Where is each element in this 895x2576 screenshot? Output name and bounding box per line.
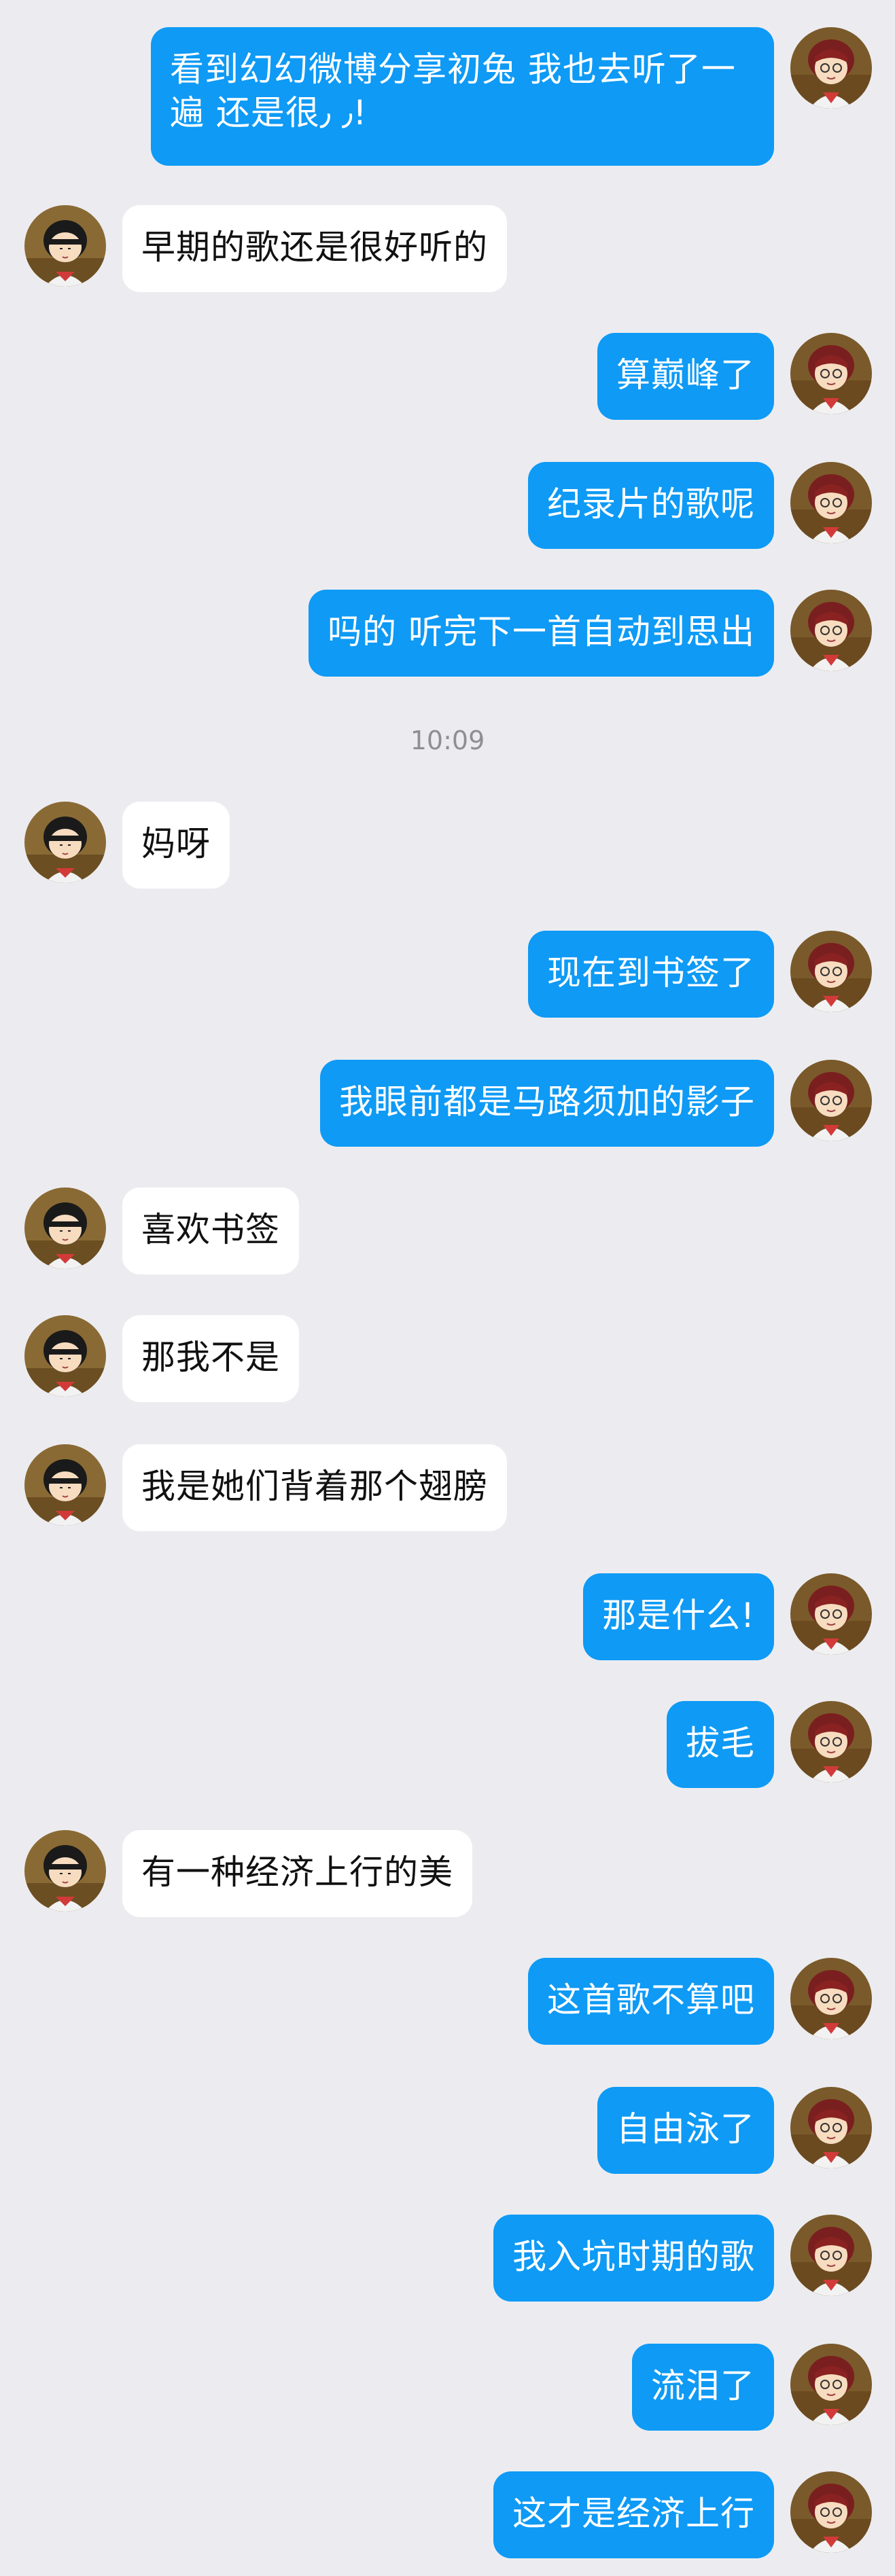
message-row-outgoing: 拔毛 (0, 1701, 895, 1788)
sender-avatar[interactable] (790, 27, 872, 109)
message-row-incoming: 妈呀 (0, 802, 895, 889)
message-row-outgoing: 算巅峰了 (0, 333, 895, 420)
message-bubble-outgoing[interactable]: 看到幻幻微博分享初兔 我也去听了一遍 还是很٫ ٫! (151, 27, 774, 166)
message-bubble-incoming[interactable]: 有一种经济上行的美 (122, 1830, 472, 1917)
sender-avatar[interactable] (790, 2471, 872, 2553)
message-bubble-incoming[interactable]: 那我不是 (122, 1315, 299, 1402)
sender-avatar[interactable] (790, 2215, 872, 2296)
sender-avatar[interactable] (790, 931, 872, 1012)
sender-avatar[interactable] (790, 590, 872, 671)
sender-avatar[interactable] (790, 1958, 872, 2039)
contact-avatar[interactable] (24, 802, 106, 883)
message-bubble-outgoing[interactable]: 我入坑时期的歌 (493, 2215, 774, 2302)
sender-avatar[interactable] (790, 1701, 872, 1783)
message-bubble-outgoing[interactable]: 现在到书签了 (528, 931, 774, 1018)
contact-avatar[interactable] (24, 1187, 106, 1269)
contact-avatar[interactable] (24, 1830, 106, 1912)
sender-avatar[interactable] (790, 1573, 872, 1655)
sender-avatar[interactable] (790, 1060, 872, 1141)
sender-avatar[interactable] (790, 2344, 872, 2425)
message-bubble-outgoing[interactable]: 吗的 听完下一首自动到思出 (309, 590, 774, 677)
message-row-outgoing: 现在到书签了 (0, 931, 895, 1018)
message-bubble-outgoing[interactable]: 流泪了 (632, 2344, 774, 2431)
message-bubble-outgoing[interactable]: 这才是经济上行 (493, 2471, 774, 2558)
message-row-outgoing: 这才是经济上行 (0, 2471, 895, 2558)
message-row-outgoing: 看到幻幻微博分享初兔 我也去听了一遍 还是很٫ ٫! (0, 27, 895, 166)
message-row-outgoing: 流泪了 (0, 2344, 895, 2431)
contact-avatar[interactable] (24, 1315, 106, 1397)
message-row-outgoing: 吗的 听完下一首自动到思出 (0, 590, 895, 677)
sender-avatar[interactable] (790, 462, 872, 543)
message-row-outgoing: 这首歌不算吧 (0, 1958, 895, 2045)
message-bubble-outgoing[interactable]: 算巅峰了 (597, 333, 774, 420)
message-timestamp: 10:09 (410, 726, 485, 755)
message-row-incoming: 喜欢书签 (0, 1187, 895, 1274)
message-bubble-outgoing[interactable]: 那是什么! (582, 1573, 774, 1660)
sender-avatar[interactable] (790, 333, 872, 414)
message-bubble-outgoing[interactable]: 自由泳了 (597, 2087, 774, 2174)
message-row-outgoing: 我眼前都是马路须加的影子 (0, 1060, 895, 1147)
sender-avatar[interactable] (790, 2087, 872, 2168)
message-row-outgoing: 自由泳了 (0, 2087, 895, 2174)
message-row-incoming: 我是她们背着那个翅膀 (0, 1444, 895, 1531)
message-row-incoming: 有一种经济上行的美 (0, 1830, 895, 1917)
message-row-outgoing: 那是什么! (0, 1573, 895, 1660)
message-bubble-incoming[interactable]: 早期的歌还是很好听的 (122, 205, 507, 292)
message-bubble-incoming[interactable]: 我是她们背着那个翅膀 (122, 1444, 507, 1531)
message-bubble-outgoing[interactable]: 这首歌不算吧 (528, 1958, 774, 2045)
message-row-outgoing: 我入坑时期的歌 (0, 2215, 895, 2302)
message-bubble-outgoing[interactable]: 我眼前都是马路须加的影子 (320, 1060, 774, 1147)
contact-avatar[interactable] (24, 205, 106, 287)
contact-avatar[interactable] (24, 1444, 106, 1526)
chat-thread: 看到幻幻微博分享初兔 我也去听了一遍 还是很٫ ٫! 早期的歌还是很好听的 算巅… (0, 0, 895, 2576)
message-bubble-outgoing[interactable]: 拔毛 (667, 1701, 774, 1788)
message-row-incoming: 早期的歌还是很好听的 (0, 205, 895, 292)
message-row-outgoing: 纪录片的歌呢 (0, 462, 895, 549)
message-bubble-incoming[interactable]: 喜欢书签 (122, 1187, 299, 1274)
message-bubble-incoming[interactable]: 妈呀 (122, 802, 230, 889)
message-bubble-outgoing[interactable]: 纪录片的歌呢 (528, 462, 774, 549)
message-row-incoming: 那我不是 (0, 1315, 895, 1402)
